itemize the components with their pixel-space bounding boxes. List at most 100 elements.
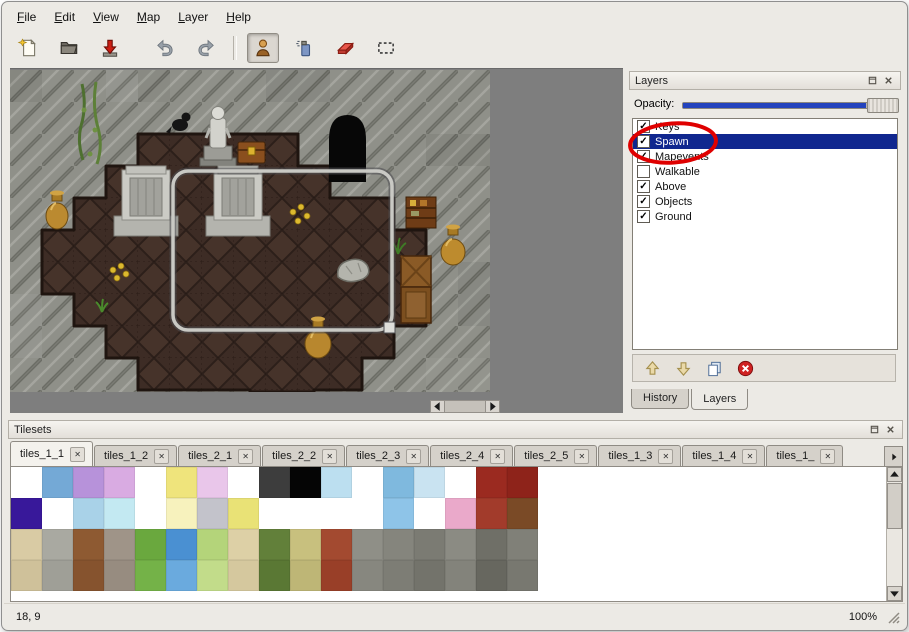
tile-cell[interactable] bbox=[476, 529, 507, 560]
tab-close-icon[interactable]: ✕ bbox=[406, 449, 421, 464]
tileset-tab-tiles_2_1[interactable]: tiles_2_1✕ bbox=[178, 445, 261, 466]
layer-visibility-checkbox[interactable] bbox=[637, 165, 650, 178]
tile-cell[interactable] bbox=[414, 467, 445, 498]
layer-row-above[interactable]: ✓Above bbox=[633, 179, 897, 194]
menu-view[interactable]: View bbox=[84, 7, 128, 27]
layer-visibility-checkbox[interactable]: ✓ bbox=[637, 195, 650, 208]
tile-cell[interactable] bbox=[507, 560, 538, 591]
float-icon[interactable] bbox=[866, 74, 879, 87]
tab-close-icon[interactable]: ✕ bbox=[154, 449, 169, 464]
layer-row-ground[interactable]: ✓Ground bbox=[633, 209, 897, 224]
tile-cell[interactable] bbox=[135, 560, 166, 591]
menu-map[interactable]: Map bbox=[128, 7, 169, 27]
map-viewport[interactable] bbox=[10, 68, 623, 413]
tile-cell[interactable] bbox=[507, 498, 538, 529]
tileset-tab-tiles_2_4[interactable]: tiles_2_4✕ bbox=[430, 445, 513, 466]
tile-cell[interactable] bbox=[228, 498, 259, 529]
tile-cell[interactable] bbox=[11, 560, 42, 591]
tile-cell[interactable] bbox=[259, 529, 290, 560]
tile-cell[interactable] bbox=[104, 560, 135, 591]
tile-cell[interactable] bbox=[228, 560, 259, 591]
tile-cell[interactable] bbox=[445, 467, 476, 498]
undo-button[interactable] bbox=[149, 33, 181, 63]
tab-close-icon[interactable]: ✕ bbox=[742, 449, 757, 464]
tile-cell[interactable] bbox=[476, 560, 507, 591]
scroll-up-icon[interactable] bbox=[887, 467, 902, 482]
tile-cell[interactable] bbox=[104, 467, 135, 498]
tile-cell[interactable] bbox=[135, 467, 166, 498]
layer-visibility-checkbox[interactable]: ✓ bbox=[637, 150, 650, 163]
tile-cell[interactable] bbox=[414, 498, 445, 529]
tileset-tab-tiles_2_5[interactable]: tiles_2_5✕ bbox=[514, 445, 597, 466]
resize-grip[interactable] bbox=[886, 610, 900, 624]
tile-cell[interactable] bbox=[321, 529, 352, 560]
open-button[interactable] bbox=[53, 33, 85, 63]
tileset-view[interactable] bbox=[10, 466, 903, 602]
tile-cell[interactable] bbox=[507, 467, 538, 498]
menu-file[interactable]: File bbox=[8, 7, 45, 27]
layer-visibility-checkbox[interactable]: ✓ bbox=[637, 180, 650, 193]
tile-cell[interactable] bbox=[507, 529, 538, 560]
tile-cell[interactable] bbox=[104, 529, 135, 560]
tile-cell[interactable] bbox=[197, 560, 228, 591]
vertical-scrollbar[interactable] bbox=[886, 467, 902, 601]
tile-cell[interactable] bbox=[135, 529, 166, 560]
tile-cell[interactable] bbox=[11, 498, 42, 529]
tile-cell[interactable] bbox=[352, 467, 383, 498]
tile-cell[interactable] bbox=[321, 467, 352, 498]
layer-row-walkable[interactable]: Walkable bbox=[633, 164, 897, 179]
menu-layer[interactable]: Layer bbox=[169, 7, 217, 27]
menu-edit[interactable]: Edit bbox=[45, 7, 84, 27]
tile-cell[interactable] bbox=[73, 560, 104, 591]
tile-cell[interactable] bbox=[259, 498, 290, 529]
layer-row-keys[interactable]: ✓Keys bbox=[633, 119, 897, 134]
scroll-left-icon[interactable] bbox=[431, 401, 445, 412]
stamp-tool-button[interactable] bbox=[247, 33, 279, 63]
menu-help[interactable]: Help bbox=[217, 7, 260, 27]
map-canvas[interactable] bbox=[10, 70, 490, 392]
tile-cell[interactable] bbox=[11, 467, 42, 498]
tile-cell[interactable] bbox=[42, 467, 73, 498]
tile-cell[interactable] bbox=[352, 529, 383, 560]
tileset-tab-tiles_2_2[interactable]: tiles_2_2✕ bbox=[262, 445, 345, 466]
tile-cell[interactable] bbox=[383, 529, 414, 560]
tile-cell[interactable] bbox=[166, 529, 197, 560]
layer-visibility-checkbox[interactable]: ✓ bbox=[637, 120, 650, 133]
tile-cell[interactable] bbox=[73, 529, 104, 560]
tile-cell[interactable] bbox=[352, 498, 383, 529]
tile-cell[interactable] bbox=[290, 560, 321, 591]
slider-handle[interactable] bbox=[867, 98, 899, 113]
tile-cell[interactable] bbox=[166, 467, 197, 498]
opacity-slider[interactable] bbox=[682, 96, 899, 112]
tile-cell[interactable] bbox=[259, 560, 290, 591]
tile-cell[interactable] bbox=[476, 467, 507, 498]
eraser-tool-button[interactable] bbox=[329, 33, 361, 63]
tile-cell[interactable] bbox=[445, 529, 476, 560]
tab-close-icon[interactable]: ✕ bbox=[70, 447, 85, 462]
tileset-tab-tiles_1_2[interactable]: tiles_1_2✕ bbox=[94, 445, 177, 466]
delete-layer-button[interactable] bbox=[734, 357, 756, 379]
scroll-down-icon[interactable] bbox=[887, 586, 902, 601]
tab-close-icon[interactable]: ✕ bbox=[658, 449, 673, 464]
horizontal-scrollbar[interactable] bbox=[430, 400, 500, 413]
tab-close-icon[interactable]: ✕ bbox=[238, 449, 253, 464]
tile-cell[interactable] bbox=[445, 498, 476, 529]
tile-cell[interactable] bbox=[197, 498, 228, 529]
tile-cell[interactable] bbox=[476, 498, 507, 529]
tile-cell[interactable] bbox=[42, 529, 73, 560]
layer-visibility-checkbox[interactable]: ✓ bbox=[637, 210, 650, 223]
tile-cell[interactable] bbox=[352, 560, 383, 591]
tile-cell[interactable] bbox=[73, 467, 104, 498]
selection-handle[interactable] bbox=[384, 322, 395, 333]
layer-row-mapevents[interactable]: ✓Mapevents bbox=[633, 149, 897, 164]
scroll-right-icon[interactable] bbox=[485, 401, 499, 412]
tab-close-icon[interactable]: ✕ bbox=[820, 449, 835, 464]
vertical-scrollbar-thumb[interactable] bbox=[887, 483, 902, 529]
tile-cell[interactable] bbox=[197, 467, 228, 498]
lower-layer-button[interactable] bbox=[672, 357, 694, 379]
fill-tool-button[interactable] bbox=[288, 33, 320, 63]
tab-scroll-right-button[interactable] bbox=[884, 446, 903, 467]
tile-cell[interactable] bbox=[290, 467, 321, 498]
redo-button[interactable] bbox=[190, 33, 222, 63]
tile-cell[interactable] bbox=[166, 560, 197, 591]
